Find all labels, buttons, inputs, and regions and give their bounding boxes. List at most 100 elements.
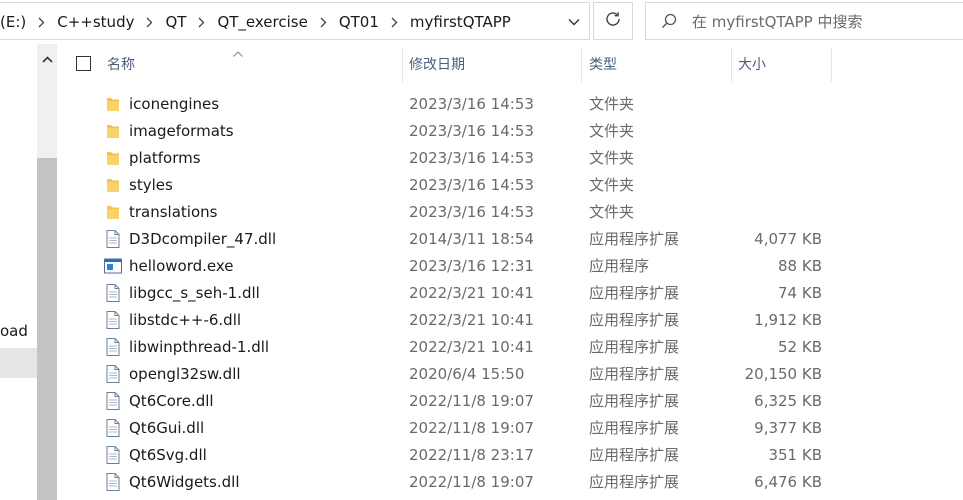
file-name[interactable]: D3Dcompiler_47.dll (129, 225, 276, 252)
column-name-header[interactable]: 名称 (107, 44, 135, 84)
file-date: 2023/3/16 14:53 (409, 94, 534, 113)
breadcrumb-myfirstqtapp[interactable]: myfirstQTAPP (410, 13, 517, 31)
file-date: 2020/6/4 15:50 (409, 364, 525, 383)
nav-item-label[interactable]: oad (0, 322, 28, 340)
search-box[interactable]: 在 myfirstQTAPP 中搜索 (645, 2, 963, 40)
file-name[interactable]: translations (129, 198, 217, 225)
file-size (738, 144, 822, 171)
file-name[interactable]: Qt6Widgets.dll (129, 468, 240, 495)
file-size: 74 KB (778, 283, 822, 302)
top-bar: (E:) C++study QT QT_exercise QT01 myfirs… (0, 0, 963, 44)
column-size-header[interactable]: 大小 (738, 44, 766, 84)
file-date: 2022/11/8 19:07 (409, 391, 534, 410)
file-type: 文件夹 (589, 176, 635, 194)
file-row[interactable]: opengl32sw.dll 2020/6/4 15:50 应用程序扩展 20,150… (58, 360, 963, 387)
file-size: 351 KB (768, 445, 822, 464)
folder-icon (103, 90, 123, 117)
dll-file-icon (103, 360, 123, 387)
dll-file-icon (103, 414, 123, 441)
file-date: 2022/11/8 19:07 (409, 472, 534, 491)
file-name[interactable]: libgcc_s_seh-1.dll (129, 279, 260, 306)
file-type: 文件夹 (589, 122, 635, 140)
file-type: 应用程序扩展 (589, 365, 680, 383)
file-name[interactable]: helloword.exe (129, 252, 234, 279)
breadcrumb-cppstudy[interactable]: C++study (57, 13, 140, 31)
column-type-header[interactable]: 类型 (589, 44, 617, 84)
address-bar[interactable]: (E:) C++study QT QT_exercise QT01 myfirs… (0, 2, 590, 40)
file-type: 应用程序扩展 (589, 284, 680, 302)
file-row[interactable]: styles 2023/3/16 14:53 文件夹 (58, 171, 963, 198)
file-size (738, 90, 822, 117)
file-row[interactable]: iconengines 2023/3/16 14:53 文件夹 (58, 90, 963, 117)
chevron-right-icon[interactable] (192, 17, 217, 28)
column-divider[interactable] (731, 48, 732, 82)
file-row[interactable]: libstdc++-6.dll 2022/3/21 10:41 应用程序扩展 1,91… (58, 306, 963, 333)
file-row[interactable]: Qt6Gui.dll 2022/11/8 19:07 应用程序扩展 9,377 KB (58, 414, 963, 441)
file-date: 2022/11/8 19:07 (409, 418, 534, 437)
file-row[interactable]: Qt6Svg.dll 2022/11/8 23:17 应用程序扩展 351 KB (58, 441, 963, 468)
file-type: 应用程序扩展 (589, 392, 680, 410)
column-date-header[interactable]: 修改日期 (409, 44, 465, 84)
chevron-right-icon[interactable] (140, 17, 165, 28)
file-row[interactable]: Qt6Widgets.dll 2022/11/8 19:07 应用程序扩展 6,476… (58, 468, 963, 495)
chevron-right-icon[interactable] (32, 17, 57, 28)
folder-icon (103, 198, 123, 225)
file-date: 2023/3/16 14:53 (409, 175, 534, 194)
file-name[interactable]: platforms (129, 144, 201, 171)
scrollbar-thumb[interactable] (37, 158, 57, 500)
file-name[interactable]: opengl32sw.dll (129, 360, 241, 387)
breadcrumb-qt01[interactable]: QT01 (339, 13, 385, 31)
file-name[interactable]: imageformats (129, 117, 234, 144)
file-size: 9,377 KB (754, 418, 822, 437)
file-list: iconengines 2023/3/16 14:53 文件夹 imageformat… (58, 90, 963, 495)
file-name[interactable]: Qt6Svg.dll (129, 441, 207, 468)
column-divider[interactable] (831, 48, 832, 82)
breadcrumb-drive[interactable]: (E:) (0, 13, 32, 31)
dll-file-icon (103, 441, 123, 468)
chevron-right-icon[interactable] (385, 17, 410, 28)
file-type: 文件夹 (589, 149, 635, 167)
refresh-button[interactable] (593, 2, 633, 40)
file-size: 88 KB (778, 256, 822, 275)
breadcrumb-qt[interactable]: QT (165, 13, 192, 31)
file-row[interactable]: D3Dcompiler_47.dll 2014/3/11 18:54 应用程序扩展 4… (58, 225, 963, 252)
file-row[interactable]: platforms 2023/3/16 14:53 文件夹 (58, 144, 963, 171)
chevron-right-icon[interactable] (314, 17, 339, 28)
breadcrumb-qt-exercise[interactable]: QT_exercise (217, 13, 313, 31)
dll-file-icon (103, 225, 123, 252)
file-date: 2022/3/21 10:41 (409, 310, 534, 329)
search-input[interactable]: 在 myfirstQTAPP 中搜索 (692, 11, 863, 32)
nav-item-selected[interactable] (0, 348, 37, 378)
column-divider[interactable] (402, 48, 403, 82)
file-date: 2022/3/21 10:41 (409, 337, 534, 356)
file-name[interactable]: Qt6Core.dll (129, 387, 214, 414)
file-size (738, 117, 822, 144)
file-name[interactable]: libstdc++-6.dll (129, 306, 241, 333)
nav-scrollbar[interactable] (37, 44, 57, 500)
file-name[interactable]: libwinpthread-1.dll (129, 333, 269, 360)
file-name[interactable]: Qt6Gui.dll (129, 414, 204, 441)
file-row[interactable]: imageformats 2023/3/16 14:53 文件夹 (58, 117, 963, 144)
file-date: 2023/3/16 12:31 (409, 256, 534, 275)
dll-file-icon (103, 333, 123, 360)
file-name[interactable]: styles (129, 171, 173, 198)
file-row[interactable]: Qt6Core.dll 2022/11/8 19:07 应用程序扩展 6,325 KB (58, 387, 963, 414)
chevron-down-icon[interactable] (558, 3, 590, 41)
file-type: 应用程序扩展 (589, 311, 680, 329)
column-divider[interactable] (581, 48, 582, 82)
file-row[interactable]: helloword.exe 2023/3/16 12:31 应用程序 88 KB (58, 252, 963, 279)
file-row[interactable]: translations 2023/3/16 14:53 文件夹 (58, 198, 963, 225)
file-type: 文件夹 (589, 203, 635, 221)
file-row[interactable]: libgcc_s_seh-1.dll 2022/3/21 10:41 应用程序扩展 7… (58, 279, 963, 306)
folder-icon (103, 117, 123, 144)
scroll-up-icon[interactable] (37, 48, 57, 70)
file-size: 6,476 KB (754, 472, 822, 491)
select-all-checkbox[interactable] (76, 56, 91, 71)
file-date: 2022/11/8 23:17 (409, 445, 534, 464)
file-size (738, 171, 822, 198)
file-name[interactable]: iconengines (129, 90, 219, 117)
file-row[interactable]: libwinpthread-1.dll 2022/3/21 10:41 应用程序扩展… (58, 333, 963, 360)
file-size: 52 KB (778, 337, 822, 356)
file-type: 应用程序扩展 (589, 473, 680, 491)
file-date: 2014/3/11 18:54 (409, 229, 534, 248)
